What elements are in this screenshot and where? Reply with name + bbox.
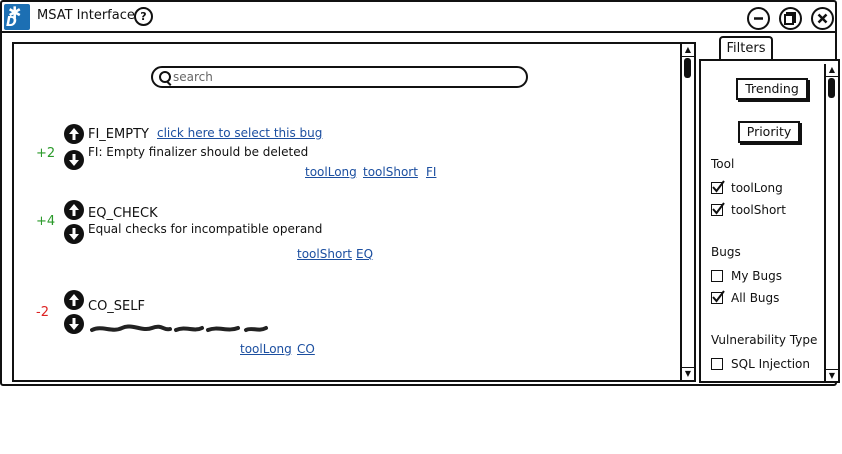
app-logo: ✱ D <box>4 4 30 30</box>
bug-score: +2 <box>36 146 56 161</box>
scroll-up-arrow-icon[interactable]: ▲ <box>826 64 838 77</box>
arrow-down-icon <box>69 228 79 240</box>
select-bug-link[interactable]: click here to select this bug <box>157 126 322 140</box>
close-icon <box>817 13 828 24</box>
bug-score: -2 <box>36 305 49 320</box>
checkbox-unchecked[interactable] <box>711 358 723 370</box>
scroll-up-arrow-icon[interactable]: ▲ <box>682 44 694 57</box>
downvote-button[interactable] <box>64 150 84 170</box>
checkbox-checked[interactable] <box>711 180 725 194</box>
checkbox-unchecked[interactable] <box>711 270 723 282</box>
bug-item: +2 FI_EMPTY click here to select this bu… <box>14 122 674 202</box>
minimize-button[interactable] <box>747 7 770 30</box>
restore-button[interactable] <box>779 7 802 30</box>
minimize-icon <box>754 17 763 20</box>
help-icon[interactable]: ? <box>134 7 153 26</box>
bug-name: CO_SELF <box>88 299 145 314</box>
tag-link[interactable]: EQ <box>356 247 373 261</box>
arrow-down-icon <box>69 318 79 330</box>
trending-button[interactable]: Trending <box>736 78 808 100</box>
restore-icon <box>784 12 796 25</box>
bug-description: FI: Empty finalizer should be deleted <box>88 145 309 159</box>
tab-filters[interactable]: Filters <box>719 36 773 60</box>
scroll-thumb[interactable] <box>828 78 835 98</box>
redacted-description <box>90 324 268 332</box>
arrow-up-icon <box>69 128 79 140</box>
tag-link[interactable]: toolLong <box>305 165 357 179</box>
bug-item: -2 CO_SELF toolLong CO <box>14 288 674 368</box>
search-input[interactable] <box>173 69 513 85</box>
bug-name: FI_EMPTY <box>88 127 149 142</box>
close-button[interactable] <box>811 7 834 30</box>
checkbox-checked[interactable] <box>711 290 725 304</box>
upvote-button[interactable] <box>64 124 84 144</box>
tag-link[interactable]: toolLong <box>240 342 292 356</box>
logo-letter: D <box>6 15 17 30</box>
checkbox-checked[interactable] <box>711 202 725 216</box>
filters-scrollbar[interactable]: ▲ ▼ <box>824 64 838 382</box>
bug-name: EQ_CHECK <box>88 206 158 221</box>
arrow-up-icon <box>69 204 79 216</box>
arrow-down-icon <box>69 154 79 166</box>
search-box[interactable] <box>151 66 528 88</box>
vertical-scrollbar[interactable]: ▲ ▼ <box>680 44 694 380</box>
tag-link[interactable]: toolShort <box>297 247 352 261</box>
scroll-thumb[interactable] <box>684 58 691 78</box>
downvote-button[interactable] <box>64 314 84 334</box>
downvote-button[interactable] <box>64 224 84 244</box>
tag-link[interactable]: FI <box>426 165 436 179</box>
filters-panel: Trending Priority Tool toolLong toolShor… <box>699 59 840 383</box>
bug-item: +4 EQ_CHECK Equal checks for incompatibl… <box>14 200 674 280</box>
tag-link[interactable]: toolShort <box>363 165 418 179</box>
check-icon <box>712 180 725 193</box>
bug-score: +4 <box>36 214 56 229</box>
title-bar: ✱ D MSAT Interface ? <box>2 2 835 33</box>
filter-option-label: All Bugs <box>731 291 780 305</box>
arrow-up-icon <box>69 294 79 306</box>
filter-option-label: SQL Injection <box>731 357 811 371</box>
scroll-down-arrow-icon[interactable]: ▼ <box>826 369 838 382</box>
window-title: MSAT Interface <box>37 8 135 23</box>
check-icon <box>712 202 725 215</box>
bugs-heading: Bugs <box>711 245 741 259</box>
check-icon <box>712 290 725 303</box>
bug-description: Equal checks for incompatible operand <box>88 222 323 236</box>
filter-option-label: toolShort <box>731 203 786 217</box>
tool-heading: Tool <box>711 157 735 171</box>
scroll-down-arrow-icon[interactable]: ▼ <box>682 367 694 380</box>
bug-list-panel: +2 FI_EMPTY click here to select this bu… <box>12 42 696 382</box>
filter-option-label: My Bugs <box>731 269 782 283</box>
vulnerability-type-heading: Vulnerability Type <box>711 333 818 347</box>
search-icon <box>159 71 171 83</box>
upvote-button[interactable] <box>64 200 84 220</box>
priority-button[interactable]: Priority <box>738 121 800 143</box>
upvote-button[interactable] <box>64 290 84 310</box>
tag-link[interactable]: CO <box>297 342 315 356</box>
filter-option-label: toolLong <box>731 181 783 195</box>
